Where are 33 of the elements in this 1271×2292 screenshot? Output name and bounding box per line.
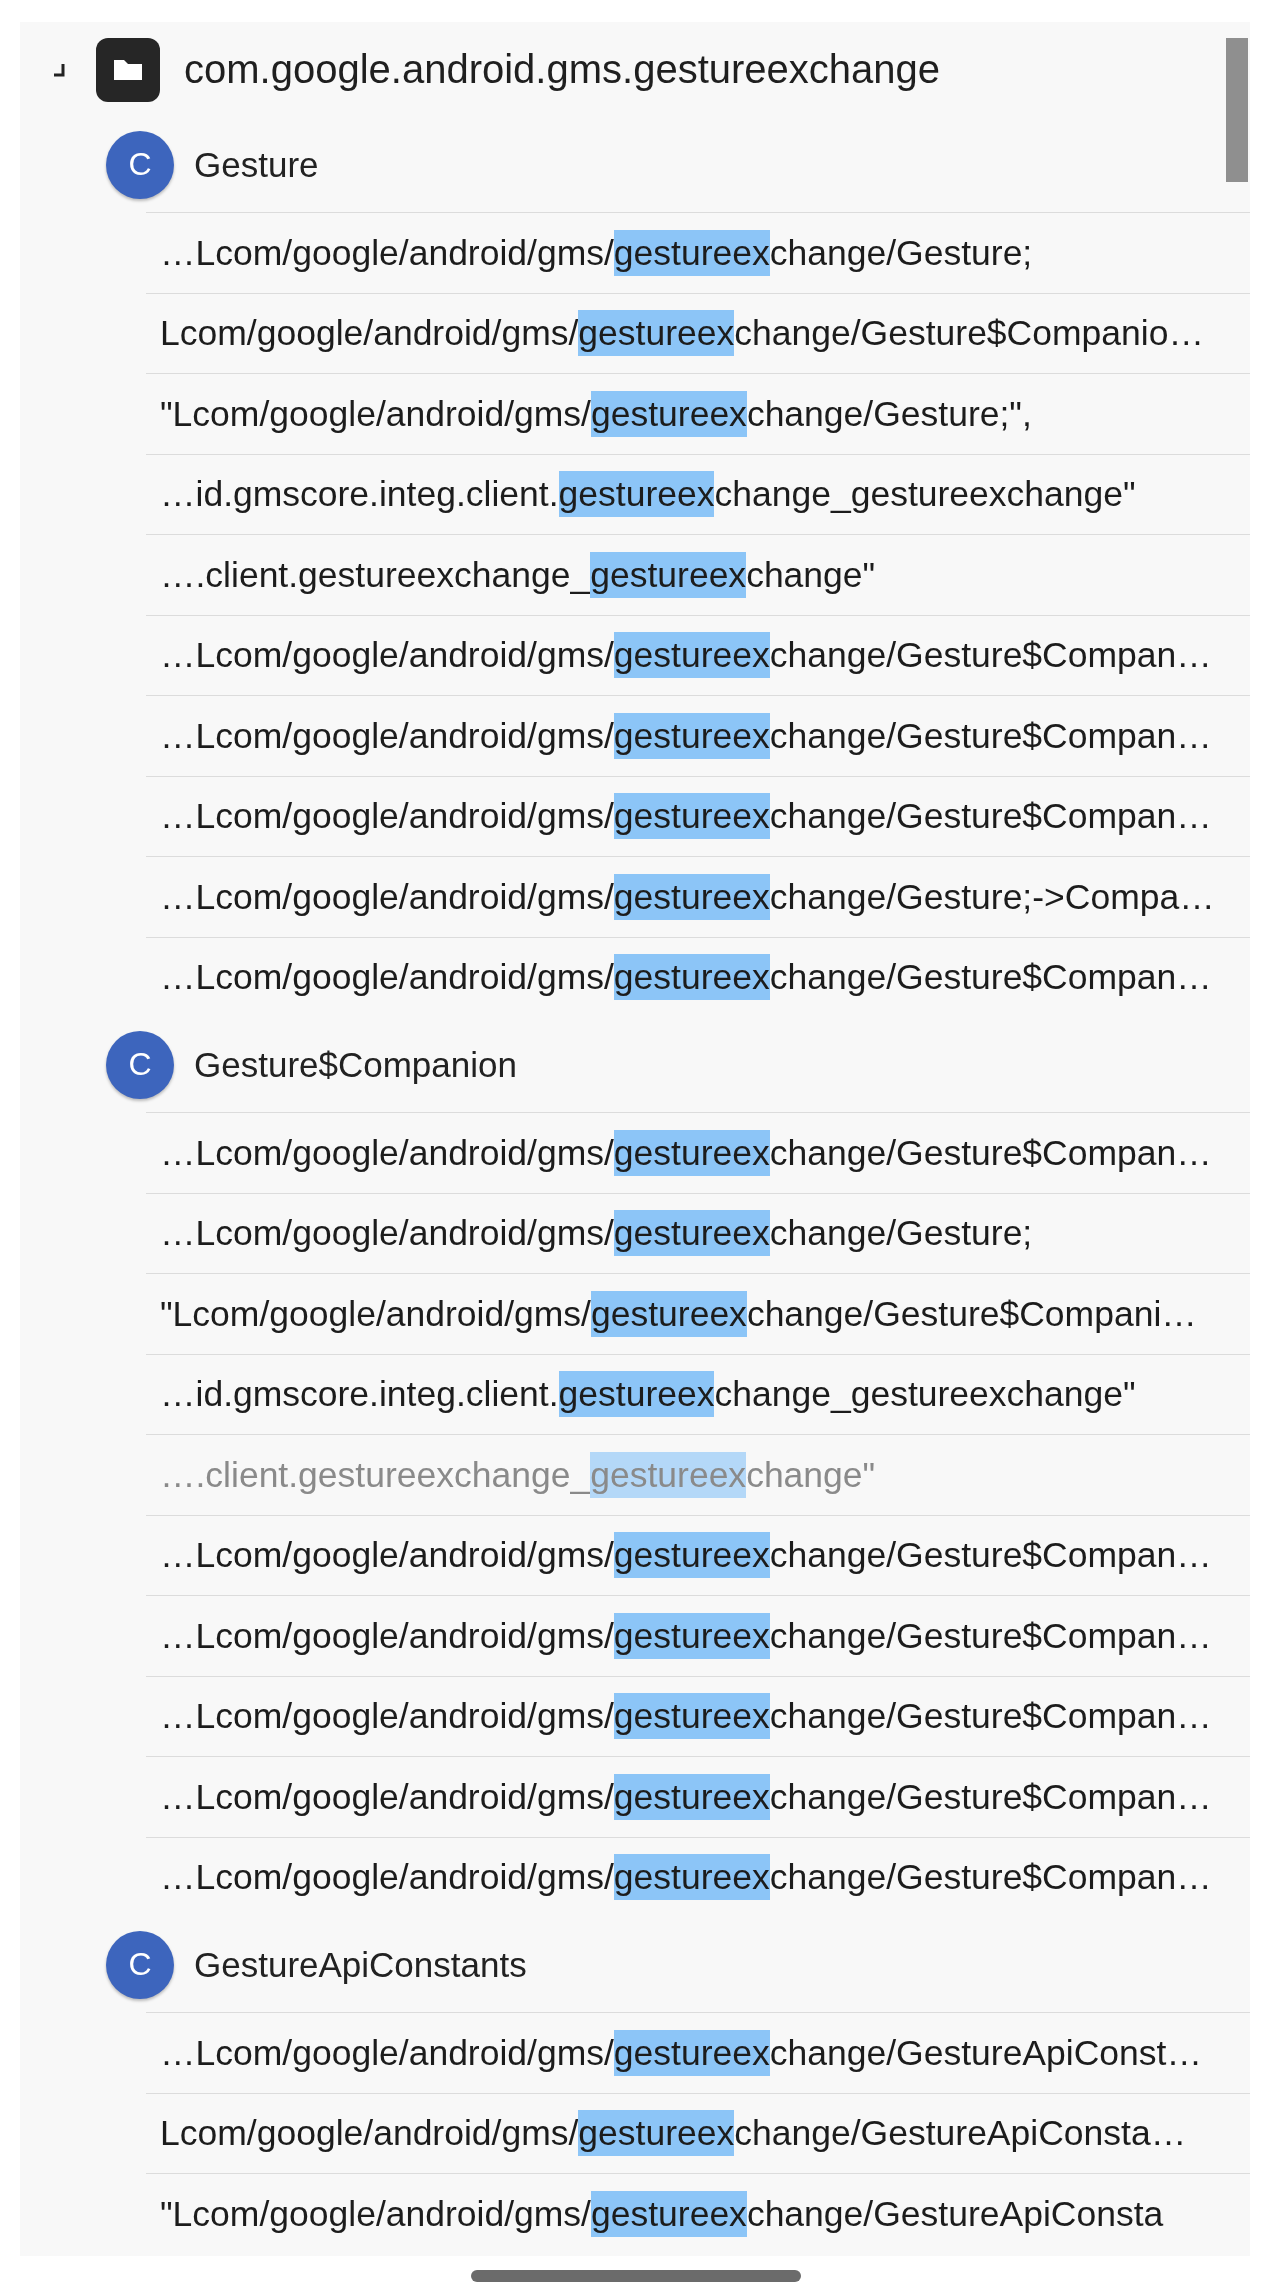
search-result-text[interactable]: …Lcom/google/android/gms/gestureexchange/Gesture;->Compa… (160, 873, 1215, 920)
search-result-text[interactable]: …Lcom/google/android/gms/gestureexchange/Gesture$Compan… (160, 1129, 1212, 1176)
search-result-text[interactable]: "Lcom/google/android/gms/gestureexchange/GestureApiConsta (160, 2190, 1164, 2237)
search-result-text[interactable]: "Lcom/google/android/gms/gestureexchange/Gesture;", (160, 390, 1032, 437)
search-result-text[interactable]: ….client.gestureexchange_gestureexchange" (160, 551, 876, 598)
search-result-text[interactable]: …Lcom/google/android/gms/gestureexchange/Gesture$Compan… (160, 954, 1212, 1001)
search-result-text[interactable]: …Lcom/google/android/gms/gestureexchange/Gesture; (160, 1210, 1033, 1257)
search-result-text[interactable]: …Lcom/google/android/gms/gestureexchange/Gesture; (160, 229, 1033, 276)
class-name[interactable]: Gesture$Companion (194, 1044, 517, 1085)
class-name[interactable]: Gesture (194, 144, 319, 185)
search-result-text[interactable]: Lcom/google/android/gms/gestureexchange/GestureApiConsta… (160, 2110, 1187, 2157)
search-result-text[interactable]: …Lcom/google/android/gms/gestureexchange/GestureApiConst… (160, 2029, 1202, 2076)
class-name[interactable]: GestureApiConstants (194, 1944, 527, 1985)
search-result-text[interactable]: …Lcom/google/android/gms/gestureexchange/Gesture$Compan… (160, 1612, 1212, 1659)
search-result-text[interactable]: …id.gmscore.integ.client.gestureexchange_gestureexchange" (160, 1371, 1136, 1418)
search-result-text[interactable]: …Lcom/google/android/gms/gestureexchange/Gesture$Compan… (160, 793, 1212, 840)
search-result-text[interactable]: Lcom/google/android/gms/gestureexchange/Gesture$Companio… (160, 310, 1204, 357)
class-badge: C (106, 130, 174, 199)
collapse-icon[interactable] (52, 62, 66, 77)
search-result-text[interactable]: …Lcom/google/android/gms/gestureexchange/Gesture$Compan… (160, 712, 1212, 759)
package-name: com.google.android.gms.gestureexchange (184, 47, 941, 92)
home-indicator[interactable] (471, 2269, 801, 2282)
search-result-text[interactable]: …Lcom/google/android/gms/gestureexchange/Gesture$Compan… (160, 1532, 1212, 1579)
search-result-text[interactable]: "Lcom/google/android/gms/gestureexchange/Gesture$Compani… (160, 1290, 1197, 1337)
class-badge: C (106, 1030, 174, 1099)
search-result-text[interactable]: …id.gmscore.integ.client.gestureexchange_gestureexchange" (160, 471, 1136, 518)
search-result-text[interactable]: …Lcom/google/android/gms/gestureexchange/Gesture$Compan… (160, 632, 1212, 679)
folder-icon (96, 37, 160, 102)
search-result-text[interactable]: …Lcom/google/android/gms/gestureexchange/Gesture$Compan… (160, 1773, 1212, 1820)
scrollbar-thumb[interactable] (1226, 38, 1248, 182)
class-badge: C (106, 1930, 174, 1999)
search-result-text[interactable]: …Lcom/google/android/gms/gestureexchange/Gesture$Compan… (160, 1854, 1212, 1901)
search-result-text[interactable]: …Lcom/google/android/gms/gestureexchange/Gesture$Compan… (160, 1693, 1212, 1740)
